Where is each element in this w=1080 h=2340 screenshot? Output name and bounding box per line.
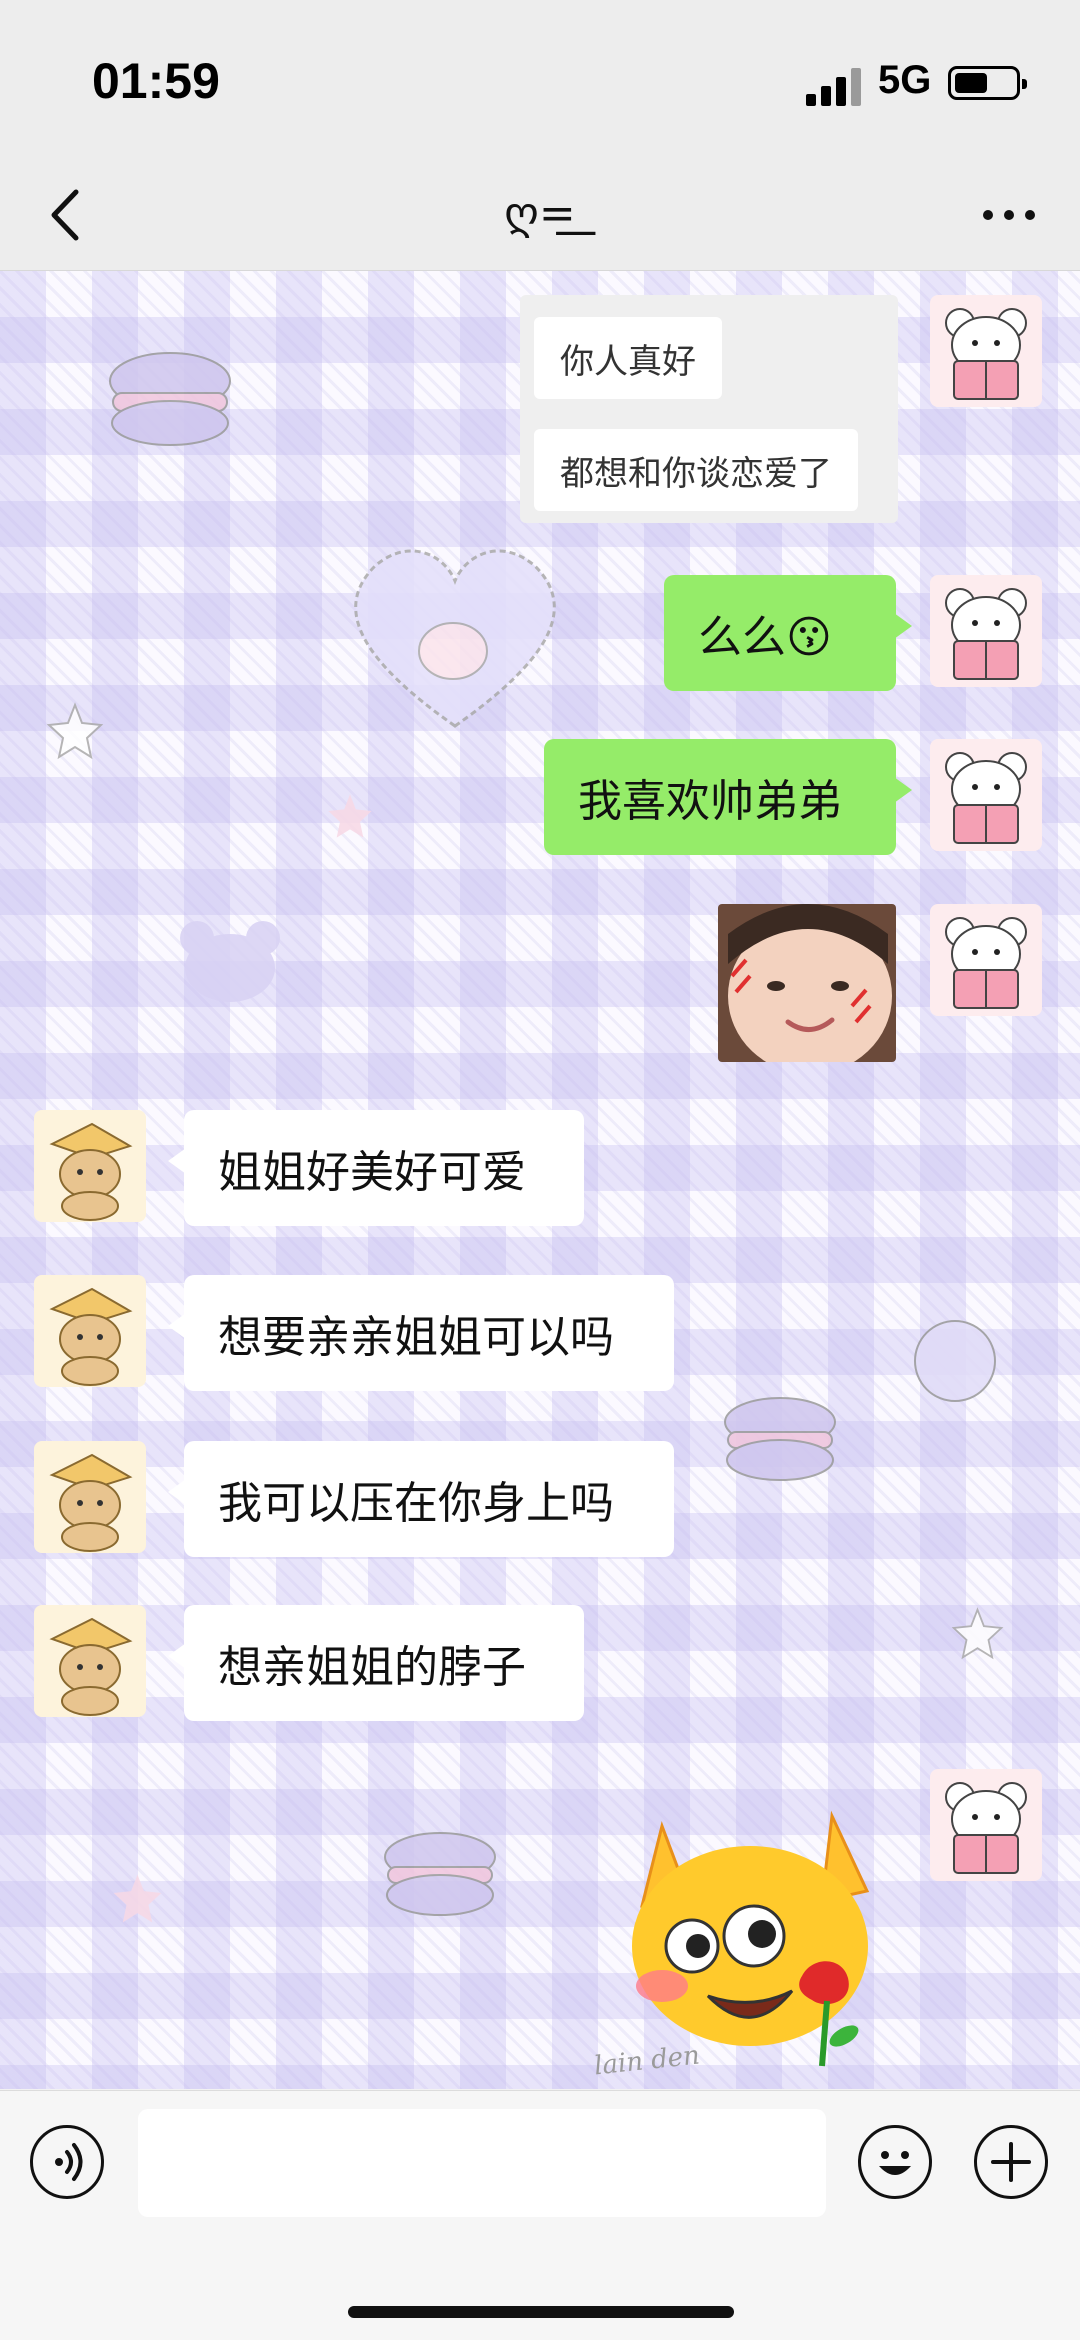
cat-rose-emoji-icon [632,1810,870,2067]
star-decoration [951,1607,1004,1660]
status-time: 01:59 [92,53,220,109]
contact-avatar[interactable] [34,1441,146,1553]
signal-icon [806,66,862,106]
received-message-bubble[interactable]: 想要亲亲姐姐可以吗 [168,1275,674,1391]
received-message-bubble[interactable]: 姐姐好美好可爱 [168,1110,584,1226]
sent-message-bubble[interactable]: 么么😗 [664,575,912,691]
message-input[interactable] [138,2109,826,2217]
home-indicator[interactable] [348,2306,734,2318]
macaron-decoration [109,352,231,446]
my-avatar[interactable] [930,575,1042,687]
battery-fill [955,73,987,93]
emoji-icon[interactable] [858,2125,932,2199]
bear-reading-avatar-icon [930,1769,1042,1881]
chat-area[interactable]: 你人真好 都想和你谈恋爱了 么么😗 我喜欢帅弟弟 姐姐好美好可爱 想要亲亲姐姐可… [0,271,1080,2089]
received-message-bubble[interactable]: 想亲姐姐的脖子 [168,1605,584,1721]
battery-icon [948,66,1027,100]
quoted-messages[interactable]: 你人真好 都想和你谈恋爱了 [520,295,898,523]
sent-cat-rose-sticker[interactable]: lain den [593,1796,892,2081]
message-input-bar [0,2090,1080,2340]
heart-decoration [354,549,556,728]
bear-reading-avatar-icon [930,575,1042,687]
more-dots-icon[interactable] [974,180,1044,250]
star-decoration [113,1874,162,1923]
my-avatar[interactable] [930,295,1042,407]
dog-avatar-icon [34,1441,146,1553]
quoted-message[interactable]: 你人真好 [534,317,722,399]
my-avatar[interactable] [930,739,1042,851]
contact-avatar[interactable] [34,1605,146,1717]
plus-icon[interactable] [974,2125,1048,2199]
dog-avatar-icon [34,1605,146,1717]
bear-head-decoration [180,921,280,1002]
chat-header: ღ=͟͟ [0,160,1080,271]
dog-avatar-icon [34,1275,146,1387]
sent-sticker-image[interactable] [718,904,896,1062]
star-decoration [46,702,104,760]
contact-avatar[interactable] [34,1275,146,1387]
macaron-decoration [384,1832,496,1916]
status-bar: 01:59 5G [0,0,1080,160]
quoted-message[interactable]: 都想和你谈恋爱了 [534,429,858,511]
baby-face-sticker-icon [718,904,896,1062]
bear-reading-avatar-icon [930,904,1042,1016]
star-decoration [328,794,372,838]
network-type: 5G [878,58,932,102]
bear-reading-avatar-icon [930,295,1042,407]
contact-avatar[interactable] [34,1110,146,1222]
dog-avatar-icon [34,1110,146,1222]
voice-icon[interactable] [30,2125,104,2199]
my-avatar[interactable] [930,904,1042,1016]
bear-reading-avatar-icon [930,739,1042,851]
chat-title[interactable]: ღ=͟͟ [0,188,1080,239]
sent-message-bubble[interactable]: 我喜欢帅弟弟 [544,739,912,855]
bubble-decoration [914,1320,996,1402]
my-avatar[interactable] [930,1769,1042,1881]
received-message-bubble[interactable]: 我可以压在你身上吗 [168,1441,674,1557]
macaron-decoration [724,1397,836,1481]
